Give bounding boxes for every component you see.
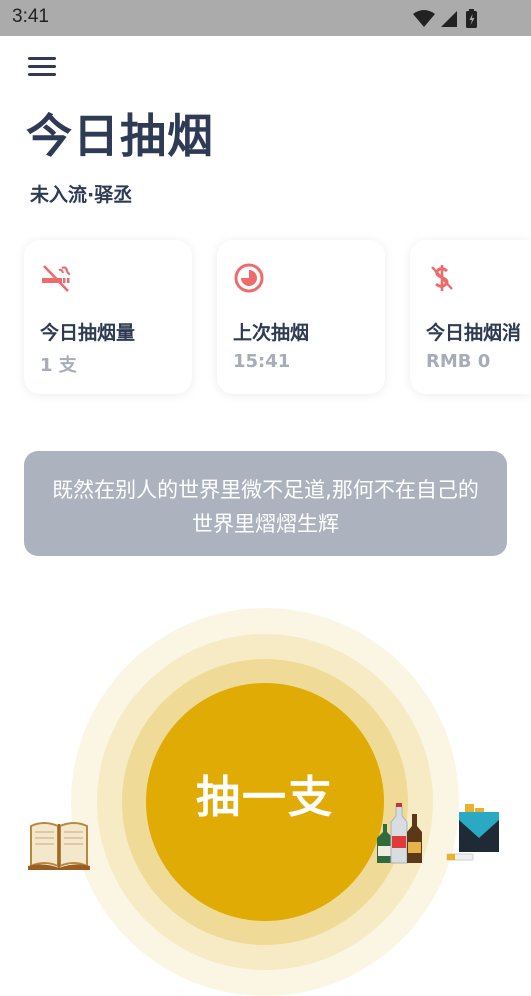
card-last-smoke[interactable]: 上次抽烟 15:41 bbox=[217, 240, 385, 394]
card-label: 上次抽烟 bbox=[233, 322, 310, 344]
status-icons bbox=[411, 8, 491, 30]
no-smoking-icon bbox=[40, 262, 72, 294]
card-label: 今日抽烟量 bbox=[40, 322, 136, 344]
motivational-quote: 既然在别人的世界里微不足道,那何不在自己的世界里熠熠生辉 bbox=[24, 451, 507, 556]
smoke-button-label: 抽一支 bbox=[196, 772, 334, 823]
battery-icon bbox=[466, 9, 477, 28]
status-time: 3:41 bbox=[12, 6, 49, 27]
card-label: 今日抽烟消 bbox=[426, 322, 522, 344]
clock-icon bbox=[233, 262, 265, 294]
card-value: 1 支 bbox=[40, 355, 77, 376]
subtitle: 未入流·驿丞 bbox=[30, 184, 133, 206]
wifi-icon bbox=[413, 10, 435, 27]
signal-icon bbox=[441, 11, 457, 27]
dollar-icon bbox=[426, 262, 458, 294]
card-value: 15:41 bbox=[233, 351, 291, 372]
bottles-icon[interactable] bbox=[374, 802, 424, 868]
smoke-one-button[interactable]: 抽一支 bbox=[146, 683, 384, 921]
book-icon[interactable] bbox=[28, 812, 90, 874]
card-value: RMB 0 bbox=[426, 351, 491, 372]
page-title: 今日抽烟 bbox=[26, 109, 214, 163]
cigarette-pack-icon[interactable] bbox=[445, 802, 501, 868]
status-bar: 3:41 bbox=[0, 0, 531, 36]
menu-button[interactable] bbox=[28, 57, 58, 79]
card-today-count[interactable]: 今日抽烟量 1 支 bbox=[24, 240, 192, 394]
card-today-cost[interactable]: 今日抽烟消 RMB 0 bbox=[410, 240, 531, 394]
